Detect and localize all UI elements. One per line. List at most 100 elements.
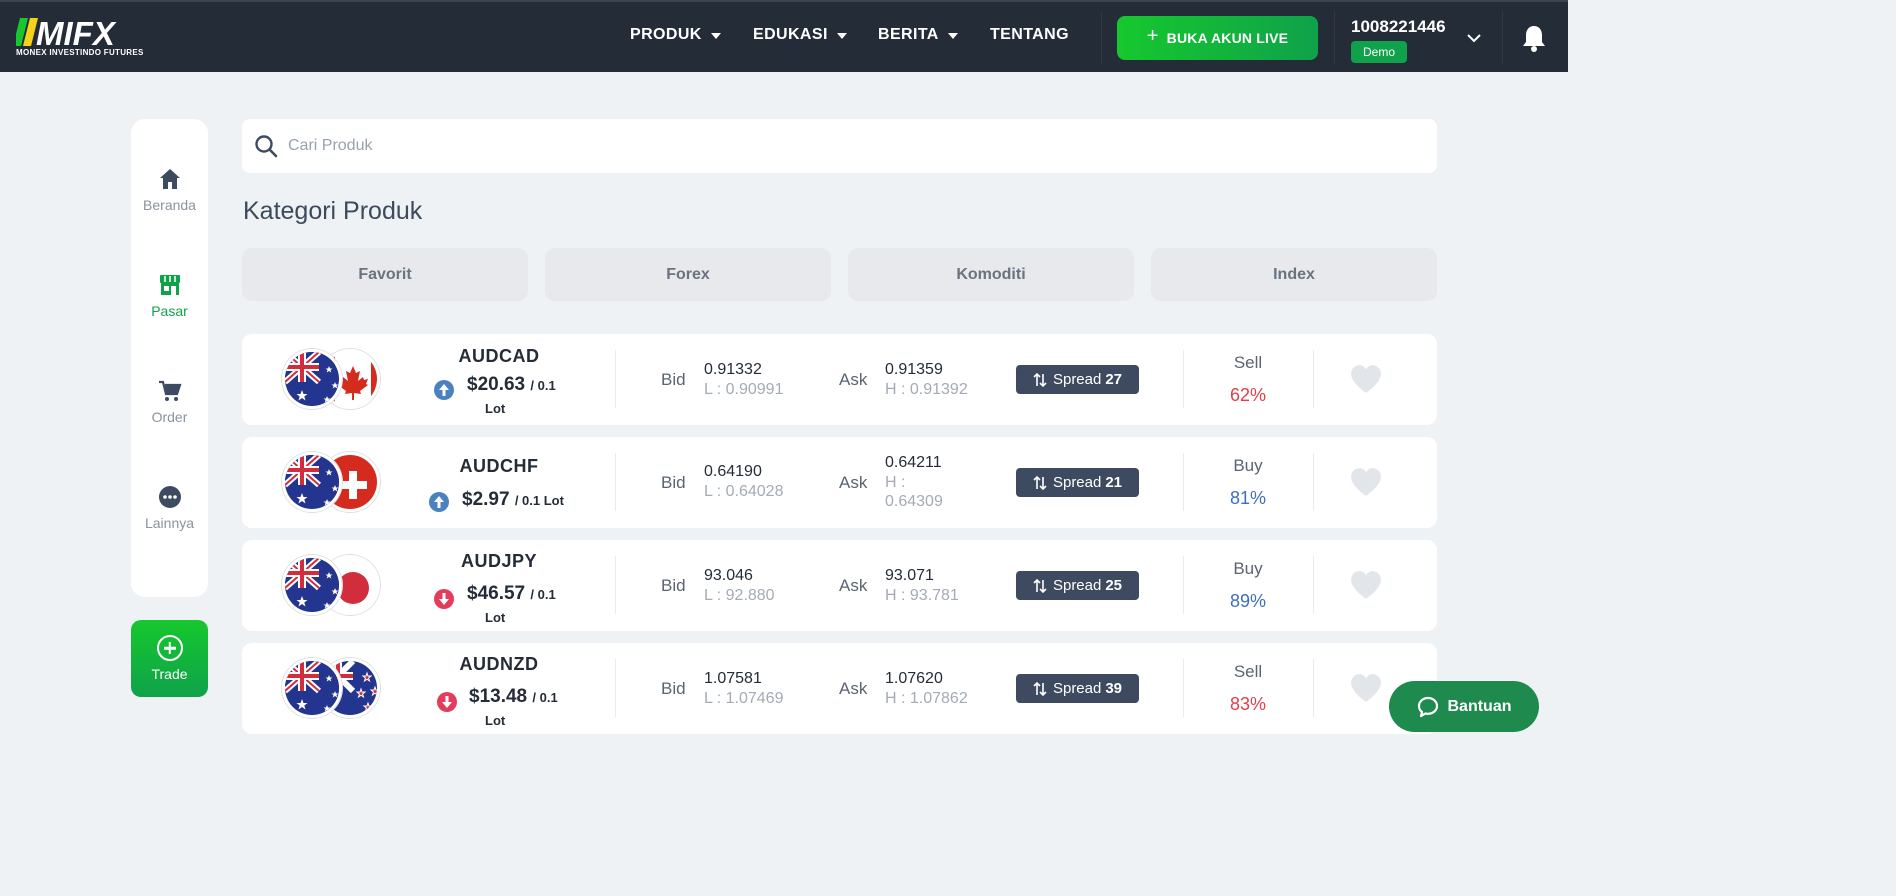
margin-unit: / 0.1 bbox=[530, 378, 556, 393]
pair-name: AUDJPY bbox=[460, 551, 538, 571]
currency-flags bbox=[282, 555, 382, 617]
plus-icon: + bbox=[1146, 25, 1159, 47]
logo-subtitle: MONEX INVESTINDO FUTURES bbox=[16, 48, 144, 57]
favorite-heart-icon[interactable] bbox=[1350, 673, 1382, 703]
margin-unit: / 0.1 bbox=[530, 587, 556, 602]
pair-name: AUDCAD bbox=[458, 346, 540, 366]
search-bar bbox=[242, 119, 1437, 173]
sidebar-item-order[interactable]: Order bbox=[131, 379, 208, 425]
home-icon bbox=[159, 169, 180, 189]
sentiment-side: Sell bbox=[1233, 662, 1263, 681]
high-value: H : 0.91392 bbox=[885, 381, 968, 398]
favorite-heart-icon[interactable] bbox=[1350, 467, 1382, 497]
sidebar-item-lainnya[interactable]: Lainnya bbox=[131, 485, 208, 531]
chevron-down-icon[interactable] bbox=[1466, 30, 1482, 46]
pair-name: AUDCHF bbox=[459, 456, 539, 476]
ask-value: 93.071 bbox=[885, 567, 934, 584]
bid-label: Bid bbox=[661, 370, 686, 389]
spread-icon bbox=[1033, 681, 1047, 696]
spread-icon bbox=[1033, 578, 1047, 593]
ask-label: Ask bbox=[839, 473, 868, 492]
nav-divider bbox=[1334, 12, 1335, 64]
search-icon bbox=[255, 135, 278, 158]
currency-flags bbox=[282, 349, 382, 411]
more-icon bbox=[158, 486, 181, 508]
product-row-audnzd[interactable]: AUDNZD $13.48 / 0.1 Lot Bid 1.07581 L : … bbox=[242, 643, 1437, 734]
margin-unit: / 0.1 bbox=[532, 690, 558, 705]
favorite-heart-icon[interactable] bbox=[1350, 570, 1382, 600]
bid-value: 0.91332 bbox=[704, 361, 762, 378]
ask-value: 0.64211 bbox=[885, 454, 942, 471]
tab-index[interactable]: Index bbox=[1151, 248, 1437, 301]
row-divider bbox=[1183, 350, 1184, 408]
spread-icon bbox=[1033, 475, 1047, 490]
currency-flags bbox=[282, 452, 382, 514]
product-row-audjpy[interactable]: AUDJPY $46.57 / 0.1 Lot Bid 93.046 L : 9… bbox=[242, 540, 1437, 631]
pair-name: AUDNZD bbox=[459, 654, 539, 674]
row-divider bbox=[1313, 453, 1314, 511]
low-value: L : 0.90991 bbox=[704, 381, 784, 398]
spread-badge: Spread 39 bbox=[1016, 674, 1139, 703]
sentiment-percent: 62% bbox=[1229, 385, 1267, 405]
sentiment-side: Buy bbox=[1233, 559, 1263, 578]
row-divider bbox=[1313, 556, 1314, 614]
margin-price: $13.48 bbox=[469, 686, 528, 707]
flag-australia-icon bbox=[282, 555, 342, 615]
row-divider bbox=[615, 350, 616, 408]
row-divider bbox=[1183, 659, 1184, 717]
high-value: H : 0.64309 bbox=[885, 474, 943, 510]
svg-text:MIFX: MIFX bbox=[36, 16, 117, 52]
trade-button[interactable]: Trade bbox=[131, 620, 208, 697]
bell-icon[interactable] bbox=[1521, 24, 1547, 52]
arrow-up-icon bbox=[434, 380, 454, 400]
help-chat-button[interactable]: Bantuan bbox=[1389, 681, 1539, 732]
row-divider bbox=[1313, 659, 1314, 717]
ask-label: Ask bbox=[839, 370, 868, 389]
favorite-heart-icon[interactable] bbox=[1350, 364, 1382, 394]
sentiment-percent: 89% bbox=[1229, 591, 1267, 611]
row-divider bbox=[615, 659, 616, 717]
ask-label: Ask bbox=[839, 679, 868, 698]
tab-favorit[interactable]: Favorit bbox=[242, 248, 528, 301]
top-navbar: MIFX MONEX INVESTINDO FUTURES PRODUK EDU… bbox=[0, 0, 1568, 72]
nav-tentang[interactable]: TENTANG bbox=[990, 26, 1069, 44]
arrow-down-icon bbox=[437, 692, 457, 712]
low-value: L : 92.880 bbox=[704, 587, 775, 604]
tab-forex[interactable]: Forex bbox=[545, 248, 831, 301]
nav-edukasi[interactable]: EDUKASI bbox=[753, 26, 847, 44]
nav-produk[interactable]: PRODUK bbox=[630, 26, 721, 44]
product-row-audchf[interactable]: AUDCHF $2.97 / 0.1 Lot Bid 0.64190 L : 0… bbox=[242, 437, 1437, 528]
row-divider bbox=[1183, 556, 1184, 614]
search-input[interactable] bbox=[288, 137, 1388, 155]
ask-label: Ask bbox=[839, 576, 868, 595]
account-type-badge: Demo bbox=[1351, 41, 1407, 63]
row-divider bbox=[615, 556, 616, 614]
margin-lot: Lot bbox=[485, 610, 506, 625]
spread-value: 39 bbox=[1105, 680, 1123, 697]
chevron-down-icon bbox=[947, 33, 958, 39]
margin-price: $2.97 bbox=[462, 489, 510, 510]
bid-value: 0.64190 bbox=[704, 463, 762, 480]
margin-price: $46.57 bbox=[467, 583, 526, 604]
margin-lot: Lot bbox=[485, 713, 506, 728]
product-row-audcad[interactable]: AUDCAD $20.63 / 0.1 Lot Bid 0.91332 L : … bbox=[242, 334, 1437, 425]
ask-value: 0.91359 bbox=[885, 361, 943, 378]
account-number[interactable]: 1008221446 bbox=[1351, 17, 1446, 37]
margin-price: $20.63 bbox=[467, 374, 526, 395]
sidebar-item-beranda[interactable]: Beranda bbox=[131, 167, 208, 213]
sidebar-item-pasar[interactable]: Pasar bbox=[131, 273, 208, 319]
cart-icon bbox=[158, 380, 182, 401]
store-icon bbox=[159, 275, 180, 295]
tab-komoditi[interactable]: Komoditi bbox=[848, 248, 1134, 301]
nav-berita[interactable]: BERITA bbox=[878, 26, 958, 44]
currency-flags bbox=[282, 658, 382, 720]
sentiment-percent: 81% bbox=[1229, 488, 1267, 508]
spread-badge: Spread 25 bbox=[1016, 571, 1139, 600]
flag-australia-icon bbox=[282, 452, 342, 512]
spread-value: 25 bbox=[1105, 577, 1123, 594]
open-live-account-button[interactable]: + BUKA AKUN LIVE bbox=[1117, 16, 1318, 60]
high-value: H : 1.07862 bbox=[885, 690, 968, 707]
low-value: L : 1.07469 bbox=[704, 690, 784, 707]
flag-australia-icon bbox=[282, 349, 342, 409]
arrow-down-icon bbox=[434, 589, 454, 609]
